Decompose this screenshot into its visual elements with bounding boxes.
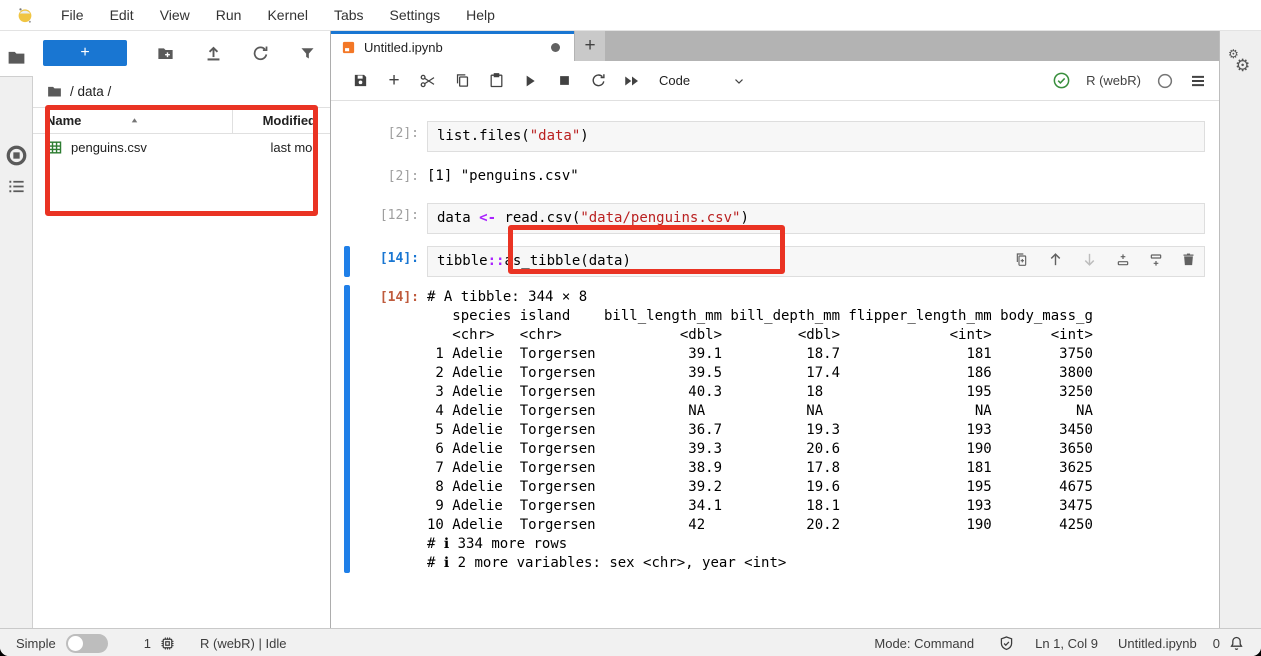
breadcrumb-path: / data /: [70, 84, 111, 99]
stop-icon[interactable]: [547, 73, 581, 88]
cell-toolbar: [1014, 251, 1196, 268]
input-prompt: [12]:: [350, 203, 427, 234]
folder-icon[interactable]: [6, 47, 27, 68]
breadcrumb[interactable]: / data /: [33, 75, 330, 107]
file-browser-panel: + / data /: [33, 31, 330, 628]
duplicate-cell-icon[interactable]: [1014, 252, 1030, 268]
move-up-icon[interactable]: [1047, 251, 1064, 268]
code-editor[interactable]: list.files("data"): [427, 121, 1205, 152]
input-prompt: [14]:: [350, 246, 427, 277]
delete-cell-icon[interactable]: [1181, 252, 1196, 267]
code-cell-1[interactable]: [2]: list.files("data"): [331, 121, 1219, 152]
insert-below-icon[interactable]: [1148, 252, 1164, 268]
trusted-check-circle-icon: [1052, 71, 1071, 90]
chevron-down-icon: [732, 74, 746, 88]
csv-file-icon: [46, 139, 63, 156]
code-editor[interactable]: data <- read.csv("data/penguins.csv"): [427, 203, 1205, 234]
kernel-idle-circle-icon[interactable]: [1156, 72, 1174, 90]
file-browser-toolbar: +: [33, 31, 330, 75]
output-cell-3: [14]: # A tibble: 344 × 8 species island…: [331, 285, 1219, 573]
menu-bar: File Edit View Run Kernel Tabs Settings …: [0, 0, 1261, 31]
refresh-icon[interactable]: [251, 44, 270, 63]
save-icon[interactable]: [343, 72, 377, 89]
tab-title: Untitled.ipynb: [364, 40, 543, 55]
file-name: penguins.csv: [71, 140, 270, 155]
trusted-shield-icon[interactable]: [998, 635, 1015, 652]
status-bar: Simple 1 R (webR) | Idle Mode: Command L…: [0, 628, 1261, 656]
active-filename[interactable]: Untitled.ipynb: [1118, 636, 1197, 651]
menu-run[interactable]: Run: [203, 7, 255, 23]
column-header-modified[interactable]: Modified: [232, 108, 330, 133]
kernel-chip-icon[interactable]: [159, 635, 176, 652]
tab-untitled-ipynb[interactable]: Untitled.ipynb: [331, 31, 574, 61]
cell-type-dropdown[interactable]: Code: [659, 73, 746, 88]
file-modified: last mo.: [270, 140, 330, 155]
output-prompt: [14]:: [350, 285, 427, 573]
output-prompt: [2]:: [350, 164, 427, 186]
file-row-penguins-csv[interactable]: penguins.csv last mo.: [33, 134, 330, 161]
code-cell-3-active[interactable]: [14]: tibble::as_tibble(data): [331, 246, 1219, 277]
menu-settings[interactable]: Settings: [377, 7, 454, 23]
menu-help[interactable]: Help: [453, 7, 508, 23]
notebook-toolbar: +: [331, 61, 1219, 101]
menu-view[interactable]: View: [147, 7, 203, 23]
menu-file[interactable]: File: [48, 7, 97, 23]
right-sidebar: ⚙⚙: [1219, 31, 1261, 628]
copy-icon[interactable]: [445, 72, 479, 89]
insert-above-icon[interactable]: [1115, 252, 1131, 268]
left-activity-bar: [0, 31, 33, 628]
output-cell-1: [2]: [1] "penguins.csv": [331, 164, 1219, 186]
cursor-position[interactable]: Ln 1, Col 9: [1035, 636, 1098, 651]
mode-indicator[interactable]: Mode: Command: [874, 636, 974, 651]
menu-tabs[interactable]: Tabs: [321, 7, 377, 23]
tibble-output: # A tibble: 344 × 8 species island bill_…: [427, 285, 1093, 573]
restart-icon[interactable]: [581, 72, 615, 89]
notification-count: 0: [1213, 636, 1220, 651]
table-of-contents-icon[interactable]: [7, 177, 26, 196]
cell-type-value: Code: [659, 73, 690, 88]
sort-ascending-icon: [129, 115, 140, 126]
notebook-panel: Untitled.ipynb + +: [330, 31, 1219, 628]
file-list-header: Name Modified: [33, 107, 330, 134]
property-inspector-gears-icon[interactable]: ⚙⚙: [1228, 49, 1250, 73]
new-launcher-button[interactable]: +: [43, 40, 127, 66]
insert-below-icon[interactable]: +: [377, 70, 411, 92]
simple-mode-toggle[interactable]: [66, 634, 108, 653]
paste-icon[interactable]: [479, 72, 513, 89]
filter-icon[interactable]: [299, 45, 316, 62]
tab-bar: Untitled.ipynb +: [331, 31, 1219, 61]
menu-kernel[interactable]: Kernel: [254, 7, 320, 23]
hamburger-icon[interactable]: [1189, 72, 1207, 90]
new-folder-icon[interactable]: [156, 44, 175, 63]
notebook-file-icon: [341, 40, 356, 55]
jupyterlab-window: File Edit View Run Kernel Tabs Settings …: [0, 0, 1261, 656]
column-header-name[interactable]: Name: [33, 108, 232, 133]
code-cell-2[interactable]: [12]: data <- read.csv("data/penguins.cs…: [331, 203, 1219, 234]
input-prompt: [2]:: [350, 121, 427, 152]
bell-icon[interactable]: [1228, 635, 1245, 652]
jupyter-logo-icon: [16, 6, 34, 24]
upload-icon[interactable]: [204, 44, 223, 63]
kernel-name[interactable]: R (webR): [1086, 73, 1141, 88]
kernel-count: 1: [144, 636, 151, 651]
move-down-icon[interactable]: [1081, 251, 1098, 268]
running-kernels-icon[interactable]: [5, 144, 28, 167]
cut-icon[interactable]: [411, 72, 445, 90]
add-tab-button[interactable]: +: [575, 31, 605, 61]
text-output: [1] "penguins.csv": [427, 164, 579, 186]
run-icon[interactable]: [513, 73, 547, 89]
simple-mode-label: Simple: [16, 636, 56, 651]
kernel-status-text[interactable]: R (webR) | Idle: [200, 636, 286, 651]
unsaved-changes-dot[interactable]: [551, 43, 560, 52]
notebook-content: [2]: list.files("data") [2]: [1] "pengui…: [331, 101, 1219, 628]
code-editor[interactable]: tibble::as_tibble(data): [427, 246, 1205, 277]
run-all-icon[interactable]: [615, 72, 649, 90]
folder-icon: [46, 83, 63, 100]
menu-edit[interactable]: Edit: [97, 7, 147, 23]
